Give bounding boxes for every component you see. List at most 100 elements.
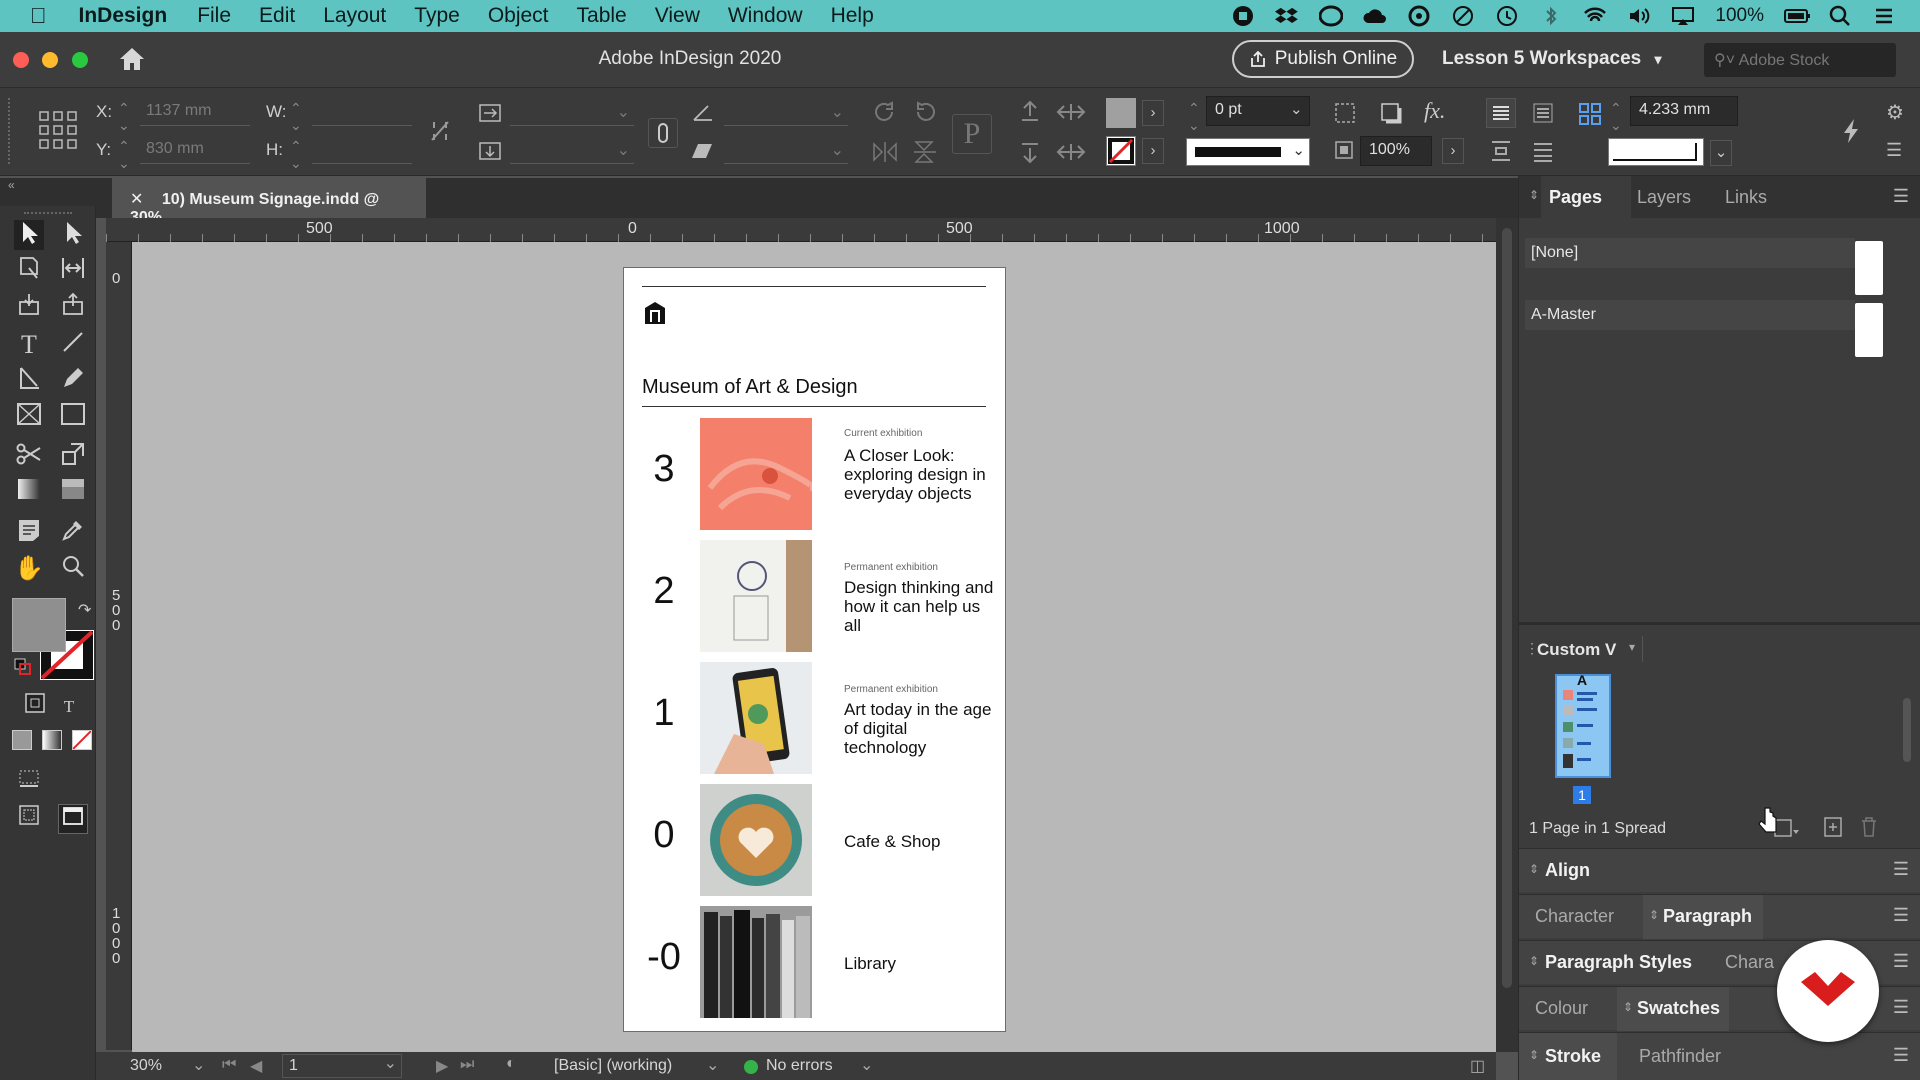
menu-help[interactable]: Help [831, 4, 874, 28]
screen-mode-icon[interactable] [58, 804, 88, 834]
preflight-profile[interactable]: [Basic] (working) [554, 1057, 672, 1075]
scale-x-field[interactable]: ⌄ [510, 98, 634, 126]
gutter-stepper-icon[interactable]: ⌃ ⌄ [1610, 100, 1622, 134]
gutter-field[interactable]: 4.233 mm [1630, 96, 1738, 126]
align-top-edges-icon[interactable] [1486, 98, 1516, 128]
pages-scrollbar[interactable] [1901, 674, 1913, 784]
chevron-down-icon[interactable]: ▾ [1629, 640, 1635, 654]
stroke-menu-arrow[interactable]: › [1142, 138, 1164, 164]
bluetooth-icon[interactable] [1539, 5, 1563, 27]
panel-collapse-icon[interactable]: ⇕ [1529, 188, 1539, 202]
scale-y-field[interactable]: ⌄ [510, 136, 634, 164]
time-machine-icon[interactable] [1495, 5, 1519, 27]
tab-layers[interactable]: Layers [1637, 187, 1691, 208]
document-tab[interactable]: ✕ 10) Museum Signage.indd @ 30% [112, 178, 426, 226]
panel-collapse-icon[interactable]: ⇕ [1529, 862, 1539, 876]
page-thumbnail[interactable]: A [1555, 672, 1611, 778]
opacity-menu-arrow[interactable]: › [1442, 138, 1464, 164]
column-gutter-icon[interactable] [1578, 102, 1602, 130]
shear-field[interactable]: ⌄ [724, 136, 848, 164]
spotlight-icon[interactable] [1828, 5, 1852, 27]
flip-horizontal-icon[interactable] [872, 140, 898, 168]
fill-swatch[interactable] [1106, 98, 1136, 128]
chevron-down-icon[interactable]: ⌄ [1290, 100, 1303, 118]
scale-x-icon[interactable] [478, 102, 502, 128]
opacity-icon[interactable] [1334, 140, 1354, 164]
publish-online-button[interactable]: Publish Online [1232, 40, 1414, 78]
panel-collapse-icon[interactable]: ⇕ [1529, 954, 1539, 968]
menu-type[interactable]: Type [414, 4, 460, 28]
fill-color-swatch-front[interactable] [12, 598, 66, 652]
adobe-stock-search[interactable]: ⚲˅ Adobe Stock [1704, 43, 1896, 77]
gradient-feather-tool-icon[interactable] [58, 478, 88, 508]
pen-tool-icon[interactable] [14, 366, 44, 396]
page-number-field[interactable]: 1 ⌄ [282, 1054, 402, 1078]
do-not-disturb-icon[interactable] [1451, 5, 1475, 27]
cloud-upload-icon[interactable] [1363, 5, 1387, 27]
menu-file[interactable]: File [197, 4, 231, 28]
w-field[interactable] [312, 98, 412, 126]
paragraph-object-icon[interactable]: P [952, 114, 992, 154]
master-a-thumbnail[interactable] [1855, 303, 1883, 357]
panel-menu-icon[interactable]: ☰ [1893, 1045, 1909, 1066]
rotate-clockwise-icon[interactable] [872, 100, 898, 128]
h-field[interactable] [312, 136, 412, 164]
auto-fit-icon[interactable] [1334, 102, 1356, 128]
add-page-icon[interactable] [1823, 816, 1843, 842]
distribute-bottom-icon[interactable] [1530, 138, 1556, 168]
formatting-text-icon[interactable]: T [54, 692, 84, 722]
scale-y-icon[interactable] [478, 140, 502, 166]
battery-icon[interactable] [1784, 5, 1810, 27]
tab-paragraph[interactable]: ⇕ Paragraph [1643, 895, 1763, 939]
panel-menu-icon[interactable]: ☰ [1893, 859, 1909, 880]
effects-fx-icon[interactable]: fx. [1424, 98, 1445, 124]
menu-window[interactable]: Window [728, 4, 803, 28]
link-scale-icon[interactable] [648, 118, 678, 148]
zoom-tool-icon[interactable] [58, 554, 88, 584]
swap-colors-icon[interactable]: ↷ [78, 600, 91, 620]
content-collector-tool-icon[interactable] [14, 292, 44, 322]
quick-apply-icon[interactable] [1842, 118, 1860, 148]
airplay-icon[interactable] [1671, 5, 1695, 27]
vertical-ruler[interactable]: 0 500 1000 [106, 242, 132, 1050]
collapse-toolbox-icon[interactable]: « [8, 178, 15, 192]
close-tab-icon[interactable]: ✕ [130, 191, 143, 208]
stroke-swatch[interactable] [1106, 136, 1136, 166]
apply-none-icon[interactable] [72, 730, 92, 750]
y-stepper-icon[interactable]: ⌃ ⌄ [118, 138, 130, 172]
master-none-thumbnail[interactable] [1855, 241, 1883, 295]
apply-gradient-icon[interactable] [42, 730, 62, 750]
shear-angle-icon[interactable] [692, 140, 714, 164]
w-stepper-icon[interactable]: ⌃ ⌄ [290, 100, 302, 134]
tab-character[interactable]: Character [1535, 906, 1614, 927]
formatting-container-icon[interactable] [20, 692, 50, 722]
panel-grip[interactable] [8, 98, 12, 164]
panel-divider[interactable] [1519, 622, 1920, 625]
distribute-vertical-icon[interactable] [1488, 138, 1514, 168]
chevron-down-icon[interactable]: ⌄ [192, 1055, 205, 1075]
hand-tool-icon[interactable]: ✋ [14, 554, 44, 584]
volume-icon[interactable] [1627, 5, 1651, 27]
rectangle-frame-tool-icon[interactable] [14, 402, 44, 432]
tab-pages[interactable]: Pages [1541, 176, 1631, 218]
select-previous-object-icon[interactable] [1056, 140, 1086, 168]
open-page-icon[interactable]: ◐ [506, 1055, 516, 1073]
select-container-icon[interactable] [1018, 100, 1042, 128]
sync-icon[interactable] [1407, 5, 1431, 27]
menu-view[interactable]: View [655, 4, 700, 28]
tab-pathfinder[interactable]: Pathfinder [1639, 1046, 1721, 1067]
select-content-icon[interactable] [1018, 140, 1042, 168]
document-page[interactable]: Museum of Art & Design 3 Current exhibit… [623, 267, 1006, 1032]
frame-fitting-select[interactable] [1608, 138, 1704, 166]
canvas-scrollbar[interactable] [1496, 218, 1518, 1052]
menu-object[interactable]: Object [488, 4, 549, 28]
gear-icon[interactable]: ⚙ [1886, 100, 1904, 125]
menu-layout[interactable]: Layout [323, 4, 386, 28]
apply-color-icon[interactable] [12, 730, 32, 750]
x-field[interactable]: 1137 mm [140, 98, 250, 126]
tab-paragraph-styles[interactable]: Paragraph Styles [1545, 952, 1692, 973]
note-tool-icon[interactable] [14, 518, 44, 548]
panel-menu-icon[interactable]: ☰ [1893, 186, 1909, 207]
content-placer-tool-icon[interactable] [58, 292, 88, 322]
chevron-down-icon[interactable]: ⌄ [860, 1055, 873, 1075]
